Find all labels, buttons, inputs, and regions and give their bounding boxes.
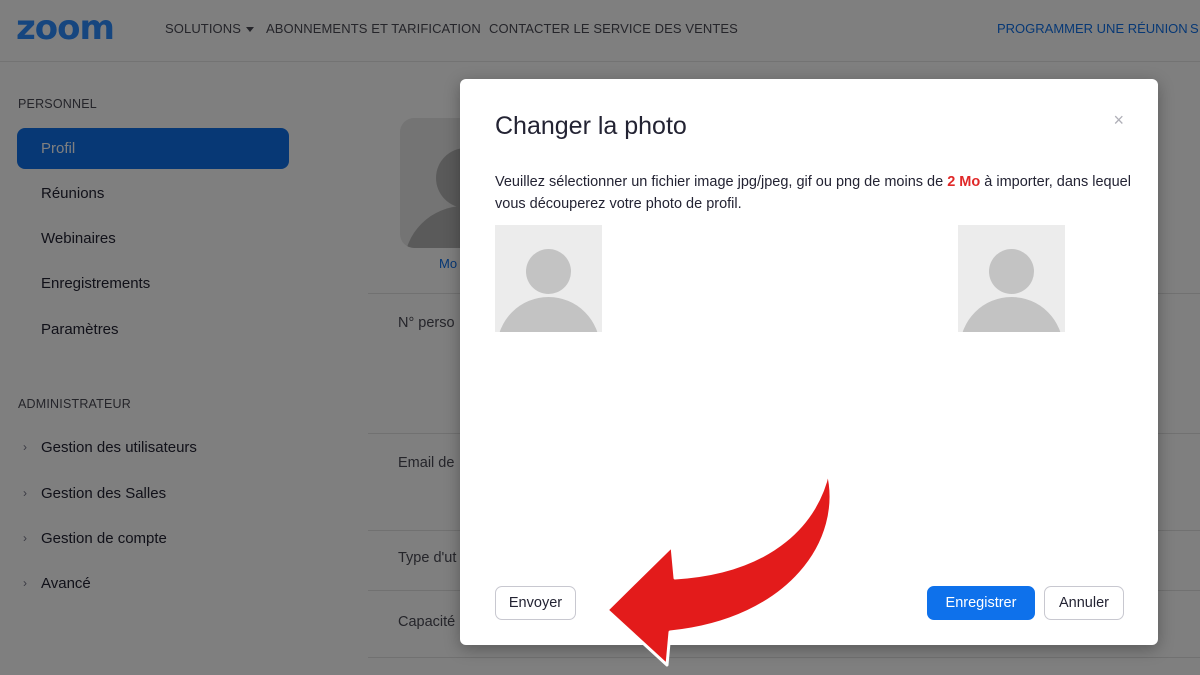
crop-preview-left (495, 225, 602, 332)
avatar-body-shape (497, 297, 600, 332)
avatar-placeholder-icon (989, 249, 1034, 294)
crop-preview-right (958, 225, 1065, 332)
cancel-button[interactable]: Annuler (1044, 586, 1124, 620)
size-limit-highlight: 2 Mo (947, 174, 981, 190)
save-button[interactable]: Enregistrer (927, 586, 1035, 620)
avatar-placeholder-icon (526, 249, 571, 294)
dialog-title: Changer la photo (495, 112, 687, 140)
curved-arrow-icon (605, 470, 833, 667)
close-icon[interactable]: × (1113, 111, 1124, 129)
instructions-text: Veuillez sélectionner un fichier image j… (495, 174, 948, 190)
dialog-instructions: Veuillez sélectionner un fichier image j… (495, 171, 1135, 215)
arrow-shape (605, 470, 833, 667)
avatar-body-shape (960, 297, 1063, 332)
